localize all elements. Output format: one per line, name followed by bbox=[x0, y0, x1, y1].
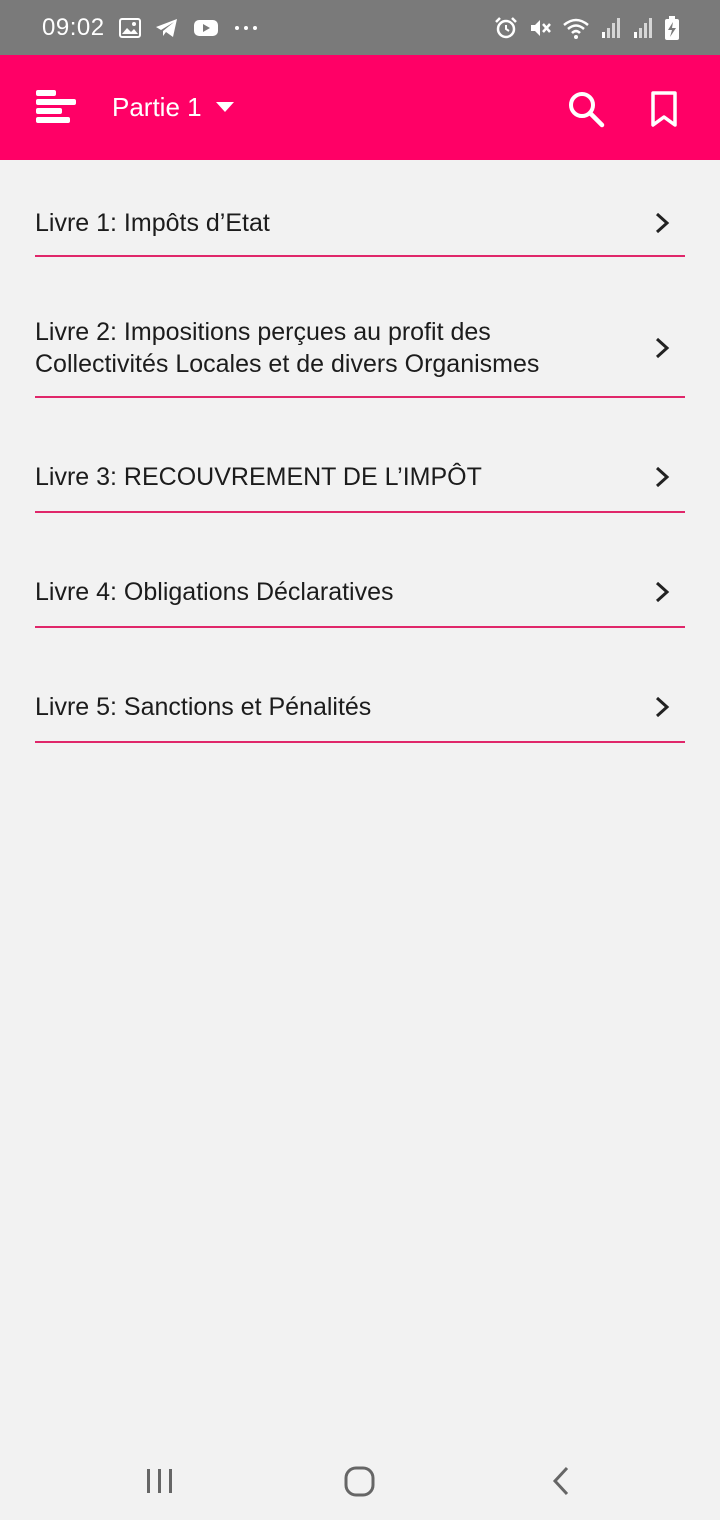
recent-apps-icon[interactable] bbox=[140, 1462, 180, 1502]
signal-icon bbox=[632, 16, 654, 40]
status-bar: 09:02 bbox=[0, 0, 720, 55]
app-bar: Partie 1 bbox=[0, 55, 720, 160]
back-icon[interactable] bbox=[542, 1462, 582, 1502]
list-item-livre-1[interactable]: Livre 1: Impôts d’Etat bbox=[35, 190, 685, 257]
page-title: Partie 1 bbox=[112, 92, 202, 122]
chevron-right-icon bbox=[651, 212, 673, 234]
list-item-livre-4[interactable]: Livre 4: Obligations Déclaratives bbox=[35, 558, 685, 628]
list-item-livre-3[interactable]: Livre 3: RECOUVREMENT DE L’IMPÔT bbox=[35, 443, 685, 513]
list-item-livre-5[interactable]: Livre 5: Sanctions et Pénalités bbox=[35, 673, 685, 743]
more-notifications-icon bbox=[233, 18, 259, 38]
status-right bbox=[494, 15, 680, 41]
chevron-right-icon bbox=[651, 466, 673, 488]
menu-icon[interactable] bbox=[34, 85, 80, 131]
telegram-icon bbox=[155, 18, 179, 38]
chevron-right-icon bbox=[651, 337, 673, 359]
caret-down-icon bbox=[215, 99, 234, 117]
list-item-label: Livre 3: RECOUVREMENT DE L’IMPÔT bbox=[35, 463, 482, 491]
list-item-label: Livre 4: Obligations Déclaratives bbox=[35, 578, 394, 606]
mute-icon bbox=[528, 16, 552, 40]
search-icon[interactable] bbox=[566, 89, 606, 129]
alarm-icon bbox=[494, 16, 518, 40]
wifi-icon bbox=[562, 16, 590, 40]
list-item-label: Livre 2: Impositions perçues au profit d… bbox=[35, 318, 540, 378]
chevron-right-icon bbox=[651, 696, 673, 718]
status-time: 09:02 bbox=[42, 13, 105, 41]
list-item-label: Livre 1: Impôts d’Etat bbox=[35, 208, 270, 237]
home-icon[interactable] bbox=[340, 1462, 380, 1502]
system-nav-bar bbox=[0, 1440, 720, 1520]
bookmark-icon[interactable] bbox=[644, 89, 684, 129]
gallery-icon bbox=[118, 17, 141, 38]
signal-icon bbox=[600, 16, 622, 40]
status-left: 09:02 bbox=[42, 14, 259, 42]
battery-charging-icon bbox=[664, 15, 680, 41]
part-selector-dropdown[interactable]: Partie 1 bbox=[112, 55, 234, 160]
list-item-label: Livre 5: Sanctions et Pénalités bbox=[35, 693, 372, 721]
youtube-icon bbox=[193, 18, 219, 38]
chevron-right-icon bbox=[651, 581, 673, 603]
list-item-livre-2[interactable]: Livre 2: Impositions perçues au profit d… bbox=[35, 300, 685, 398]
